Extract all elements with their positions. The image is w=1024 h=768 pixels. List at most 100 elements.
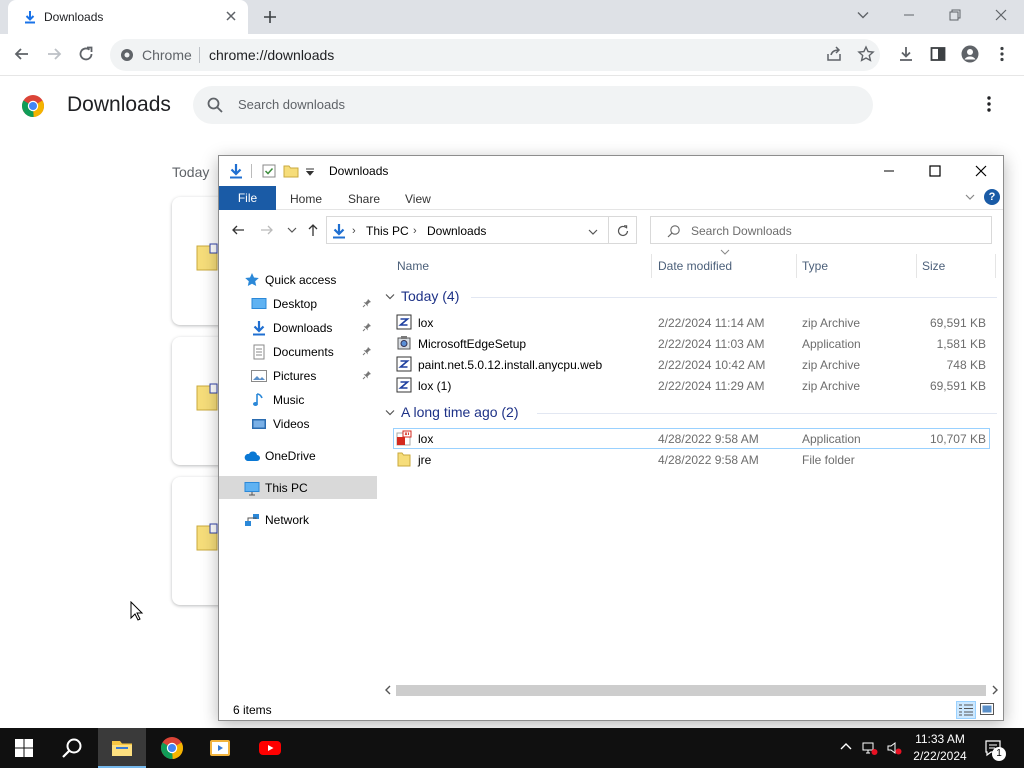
- column-separator[interactable]: [651, 254, 652, 278]
- collapse-chevron-icon[interactable]: [385, 293, 395, 301]
- nav-desktop[interactable]: Desktop: [219, 292, 377, 315]
- explorer-title-bar[interactable]: Downloads: [219, 156, 1003, 186]
- collapse-chevron-icon[interactable]: [385, 409, 395, 417]
- scrollbar-thumb[interactable]: [396, 685, 986, 696]
- refresh-button[interactable]: [609, 216, 637, 244]
- restore-icon[interactable]: [948, 8, 962, 22]
- ribbon-tab-view[interactable]: View: [405, 192, 431, 206]
- bookmark-star-icon[interactable]: [857, 45, 875, 63]
- tab-downloads[interactable]: Downloads: [8, 0, 248, 34]
- search-placeholder: Search downloads: [238, 97, 345, 112]
- file-date: 4/28/2022 9:58 AM: [658, 432, 759, 446]
- side-panel-icon[interactable]: [929, 45, 947, 63]
- back-icon[interactable]: [13, 45, 31, 63]
- close-window-icon[interactable]: [994, 8, 1008, 22]
- show-hidden-icons-icon[interactable]: [839, 740, 853, 754]
- new-tab-icon[interactable]: [262, 9, 278, 25]
- customize-qat-icon[interactable]: [305, 167, 315, 177]
- file-row[interactable]: lox (1) 2/22/2024 11:29 AM zip Archive 6…: [393, 375, 990, 396]
- close-tab-icon[interactable]: [225, 10, 237, 22]
- explorer-address-bar[interactable]: › This PC › Downloads: [326, 216, 609, 244]
- explorer-maximize-icon[interactable]: [928, 164, 942, 178]
- file-row[interactable]: jre 4/28/2022 9:58 AM File folder: [393, 449, 990, 470]
- url-text[interactable]: chrome://downloads: [209, 47, 334, 63]
- file-row[interactable]: lox 4/28/2022 9:58 AM Application 10,707…: [393, 428, 990, 449]
- chrome-menu-icon[interactable]: [993, 45, 1011, 63]
- details-view-button[interactable]: [956, 701, 976, 719]
- navigation-pane: Quick access Desktop Downloads Documents…: [219, 264, 377, 694]
- up-level-icon[interactable]: [306, 223, 320, 237]
- scroll-right-icon[interactable]: [990, 685, 1000, 695]
- breadcrumb-this-pc[interactable]: This PC: [366, 224, 409, 238]
- tab-search-icon[interactable]: [856, 8, 870, 22]
- group-header-long-time-ago[interactable]: A long time ago (2): [385, 403, 997, 423]
- breadcrumb-separator[interactable]: ›: [413, 225, 417, 237]
- properties-icon[interactable]: [261, 163, 277, 179]
- share-icon[interactable]: [825, 45, 843, 63]
- breadcrumb-downloads[interactable]: Downloads: [427, 224, 486, 238]
- column-size[interactable]: Size: [922, 259, 945, 273]
- network-status-icon[interactable]: [862, 740, 878, 756]
- taskbar-chrome[interactable]: [148, 728, 196, 768]
- new-folder-icon[interactable]: [283, 163, 299, 179]
- mouse-cursor-icon: [130, 601, 144, 621]
- file-type: File folder: [802, 453, 855, 467]
- explorer-search-input[interactable]: Search Downloads: [650, 216, 992, 244]
- recent-locations-icon[interactable]: [287, 226, 297, 234]
- help-icon[interactable]: ?: [984, 189, 1000, 205]
- nav-network[interactable]: Network: [219, 508, 377, 531]
- column-separator[interactable]: [995, 254, 996, 278]
- chrome-logo-icon: [21, 94, 45, 118]
- forward-icon[interactable]: [45, 45, 63, 63]
- ribbon-tab-home[interactable]: Home: [290, 192, 322, 206]
- taskbar-search-button[interactable]: [48, 728, 96, 768]
- nav-this-pc[interactable]: This PC: [219, 476, 377, 499]
- downloads-search-input[interactable]: Search downloads: [193, 86, 873, 124]
- column-type[interactable]: Type: [802, 259, 828, 273]
- explorer-minimize-icon[interactable]: [882, 164, 896, 178]
- file-row[interactable]: paint.net.5.0.12.install.anycpu.web 2/22…: [393, 354, 990, 375]
- more-actions-icon[interactable]: [980, 95, 998, 113]
- column-date-modified[interactable]: Date modified: [658, 259, 732, 273]
- explorer-forward-icon[interactable]: [260, 223, 274, 237]
- minimize-icon[interactable]: [902, 8, 916, 22]
- column-separator[interactable]: [796, 254, 797, 278]
- nav-music[interactable]: Music: [219, 388, 377, 411]
- breadcrumb-separator[interactable]: ›: [352, 225, 356, 237]
- group-header-today[interactable]: Today (4): [385, 287, 997, 307]
- reload-icon[interactable]: [77, 45, 95, 63]
- scroll-left-icon[interactable]: [383, 685, 393, 695]
- address-dropdown-icon[interactable]: [588, 228, 598, 236]
- volume-muted-icon[interactable]: [886, 740, 902, 756]
- nav-documents[interactable]: Documents: [219, 340, 377, 363]
- address-bar[interactable]: Chrome chrome://downloads: [110, 39, 880, 71]
- column-separator[interactable]: [916, 254, 917, 278]
- file-row[interactable]: lox 2/22/2024 11:14 AM zip Archive 69,59…: [393, 312, 990, 333]
- chrome-toolbar: Chrome chrome://downloads: [0, 34, 1024, 76]
- explorer-back-icon[interactable]: [231, 223, 245, 237]
- horizontal-scrollbar[interactable]: [381, 682, 1003, 698]
- file-name: lox: [418, 316, 434, 330]
- group-label: Today (4): [401, 288, 460, 304]
- file-row[interactable]: MicrosoftEdgeSetup 2/22/2024 11:03 AM Ap…: [393, 333, 990, 354]
- system-clock[interactable]: 11:33 AM 2/22/2024: [905, 731, 975, 765]
- chrome-site-icon[interactable]: [120, 48, 134, 62]
- status-bar: 6 items: [219, 699, 1003, 721]
- ribbon-tab-share[interactable]: Share: [348, 192, 380, 206]
- expand-ribbon-icon[interactable]: [965, 193, 975, 201]
- downloads-toolbar-icon[interactable]: [897, 45, 915, 63]
- large-icons-view-button[interactable]: [978, 701, 998, 719]
- nav-videos[interactable]: Videos: [219, 412, 377, 435]
- nav-onedrive[interactable]: OneDrive: [219, 444, 377, 467]
- nav-quick-access[interactable]: Quick access: [219, 268, 377, 291]
- column-name[interactable]: Name: [397, 259, 429, 273]
- start-button[interactable]: [0, 728, 48, 768]
- explorer-close-icon[interactable]: [974, 164, 988, 178]
- nav-downloads[interactable]: Downloads: [219, 316, 377, 339]
- taskbar-youtube[interactable]: [246, 728, 294, 768]
- nav-pictures[interactable]: Pictures: [219, 364, 377, 387]
- profile-avatar-icon[interactable]: [961, 45, 979, 63]
- taskbar-file-explorer[interactable]: [98, 728, 146, 768]
- taskbar-media-player[interactable]: [196, 728, 244, 768]
- ribbon-tab-file[interactable]: File: [219, 186, 276, 210]
